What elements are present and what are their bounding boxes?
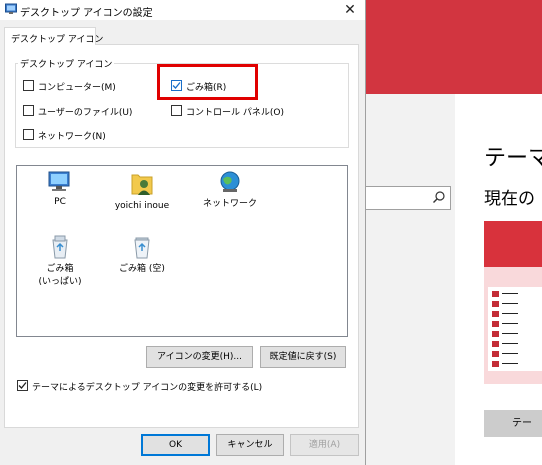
pc-icon	[48, 171, 70, 191]
checkbox-label: ネットワーク(N)	[38, 132, 106, 142]
settings-search-box[interactable]	[365, 186, 451, 210]
icon-item-label-line2: (いっぱい)	[38, 277, 82, 287]
icon-item-user-files[interactable]: yoichi inoue	[102, 171, 182, 213]
checkmark-icon	[18, 382, 27, 389]
tab-desktop-icons[interactable]: デスクトップ アイコン	[4, 27, 103, 45]
checkbox-label: ユーザーのファイル(U)	[38, 108, 133, 118]
checkbox-box[interactable]	[23, 129, 34, 140]
recycle-bin-full-icon	[52, 235, 68, 259]
theme-settings-button[interactable]: テー	[484, 410, 542, 437]
icon-item-pc[interactable]: PC	[20, 171, 100, 209]
restore-default-button[interactable]: 既定値に戻す(S)	[260, 346, 346, 368]
cancel-button[interactable]: キャンセル	[216, 434, 284, 456]
icon-item-label: yoichi inoue	[114, 201, 170, 211]
checkbox-box[interactable]	[23, 80, 34, 91]
apply-button[interactable]: 適用(A)	[290, 434, 359, 456]
icon-item-label: ごみ箱 (空)	[119, 264, 165, 274]
theme-preview-background	[484, 221, 542, 267]
icon-item-recycle-bin-full[interactable]: ごみ箱 (いっぱい)	[20, 234, 100, 289]
theme-preview-window	[488, 287, 542, 371]
group-label: デスクトップ アイコン	[18, 57, 115, 70]
checkbox-label: コンピューター(M)	[38, 83, 116, 93]
dialog-titlebar[interactable]: デスクトップ アイコンの設定 ✕	[0, 0, 365, 20]
checkbox-label: テーマによるデスクトップ アイコンの変更を許可する(L)	[32, 383, 263, 393]
checkbox-box[interactable]	[17, 380, 28, 391]
checkbox-box[interactable]	[23, 105, 34, 116]
search-icon[interactable]	[432, 190, 446, 204]
icon-item-label: ネットワーク	[202, 199, 257, 209]
icon-item-recycle-bin-empty[interactable]: ごみ箱 (空)	[102, 234, 182, 276]
checkbox-label: コントロール パネル(O)	[186, 108, 284, 118]
tab-label: デスクトップ アイコン	[11, 35, 104, 45]
settings-section-heading: 現在の	[484, 189, 535, 209]
icon-item-label: PC	[54, 197, 66, 207]
change-icon-button[interactable]: アイコンの変更(H)...	[146, 346, 253, 368]
ok-button[interactable]: OK	[141, 434, 210, 456]
settings-page-title: テーマ	[484, 146, 542, 171]
close-icon[interactable]: ✕	[338, 0, 362, 20]
theme-preview	[484, 221, 542, 384]
network-icon	[220, 171, 240, 192]
dialog-title: デスクトップ アイコンの設定	[20, 8, 153, 19]
annotation-highlight-box	[157, 64, 258, 100]
settings-header-bar	[365, 0, 542, 94]
icon-item-network[interactable]: ネットワーク	[190, 171, 270, 211]
recycle-bin-empty-icon	[134, 237, 150, 259]
checkbox-box[interactable]	[171, 105, 182, 116]
user-folder-icon	[131, 174, 153, 195]
desktop-icon-list[interactable]: PC yoichi inoue ネットワーク ごみ箱 (いっぱい) ごみ箱 (空…	[16, 165, 348, 337]
icon-item-label: ごみ箱	[46, 264, 74, 274]
settings-nav-pane	[365, 94, 455, 465]
desktop-icon-settings-dialog: デスクトップ アイコンの設定 ✕ デスクトップ アイコン デスクトップ アイコン…	[0, 0, 366, 465]
desktop-settings-app-icon	[5, 3, 17, 14]
